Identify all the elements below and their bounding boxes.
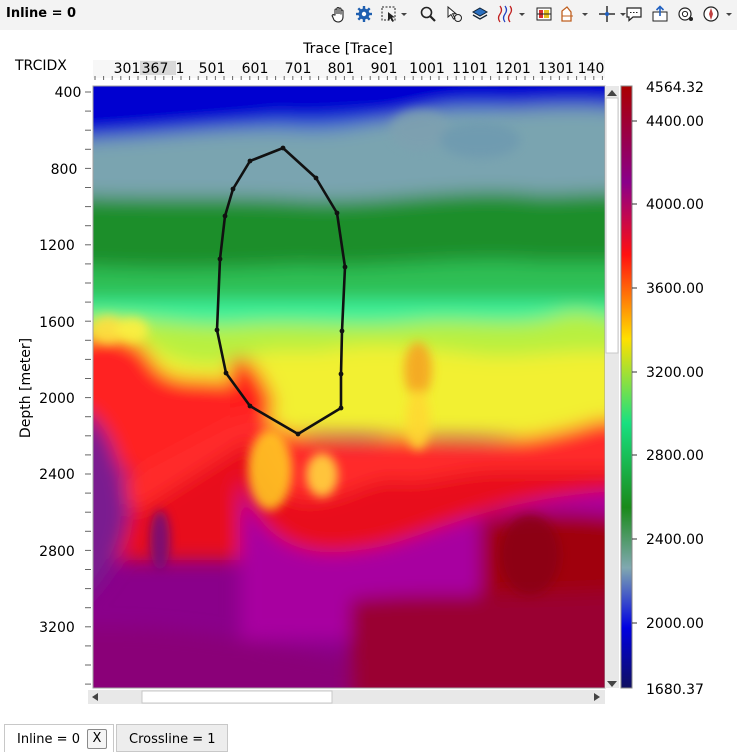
y-tick-label: 1200 (39, 238, 75, 254)
polygon-vertex[interactable] (313, 175, 319, 181)
colorbar-tick-label: 4400.00 (646, 114, 704, 130)
tab-crossline-label: Crossline = 1 (129, 732, 216, 747)
pan-tool-icon[interactable] (328, 4, 350, 24)
x-tick-label: 801 (328, 61, 355, 77)
y-tick-label: 3200 (39, 620, 75, 636)
x-tick-label: 1001 (409, 61, 445, 77)
polygon-vertex[interactable] (223, 370, 229, 376)
y-axis-title: Depth [meter] (18, 338, 34, 438)
x-axis-title: Trace [Trace] (302, 41, 393, 57)
y-tick-labels: 400 800 1200 1600 2000 2400 2800 3200 (39, 85, 81, 636)
vertical-scroll-thumb[interactable] (605, 97, 619, 354)
trcidx-axis-label: TRCIDX (14, 58, 67, 74)
wiggle-display-icon[interactable] (496, 4, 528, 24)
x-tick-label: 367 (142, 61, 169, 77)
colorbar-tick-label: 2400.00 (646, 532, 704, 548)
vertical-scrollbar[interactable] (605, 86, 619, 688)
polygon-vertex[interactable] (222, 213, 228, 219)
polygon-vertex[interactable] (230, 186, 236, 192)
polygon-vertex[interactable] (338, 405, 344, 411)
colorbar-ticks (632, 120, 637, 624)
horizontal-scroll-thumb[interactable] (141, 690, 333, 704)
x-tick-label: 601 (242, 61, 269, 77)
polygon-vertex[interactable] (342, 264, 348, 270)
colorbar-max-label: 4564.32 (646, 80, 704, 96)
annotation-icon[interactable] (623, 4, 645, 24)
y-tick-label: 2400 (39, 467, 75, 483)
y-minor-ticks (85, 91, 91, 685)
window-title: Inline = 0 (6, 6, 77, 21)
y-tick-label: 2800 (39, 544, 75, 560)
tab-inline-label: Inline = 0 (17, 732, 80, 747)
polygon-vertex[interactable] (217, 256, 223, 262)
export-icon[interactable] (649, 4, 671, 24)
vd-display-icon[interactable] (533, 4, 555, 24)
select-area-icon[interactable] (379, 4, 409, 24)
colorbar-tick-label: 3600.00 (646, 281, 704, 297)
colorbar (620, 85, 633, 689)
polygon-vertex[interactable] (334, 210, 340, 216)
window-titlebar: Inline = 0 (0, 0, 737, 30)
x-tick-label: 1101 (452, 61, 488, 77)
y-tick-label: 2000 (39, 391, 75, 407)
colorbar-tick-label: 3200.00 (646, 365, 704, 381)
x-tick-label: 301 (114, 61, 141, 77)
pick-icon[interactable] (443, 4, 465, 24)
polygon-vertex[interactable] (339, 328, 345, 334)
horizontal-scrollbar[interactable] (88, 690, 605, 704)
x-tick-label: 1201 (495, 61, 531, 77)
y-tick-label: 800 (51, 162, 78, 178)
polygon-vertex[interactable] (247, 403, 253, 409)
colorbar-tick-label: 2800.00 (646, 448, 704, 464)
compass-icon[interactable] (701, 4, 735, 24)
zoom-icon[interactable] (417, 4, 439, 24)
seismic-plot[interactable]: Trace [Trace] TRCIDX 301 367 1 501 601 7… (0, 30, 737, 722)
tab-inline[interactable]: Inline = 0 X (4, 724, 114, 752)
layers-icon[interactable] (469, 4, 491, 24)
x-tick-label: 140 (578, 61, 605, 77)
y-tick-label: 400 (55, 85, 82, 101)
tab-crossline[interactable]: Crossline = 1 (116, 724, 228, 752)
snapshot-icon[interactable] (675, 4, 697, 24)
x-tick-label: 901 (371, 61, 398, 77)
colorbar-min-label: 1680.37 (646, 682, 704, 698)
seismic-viewer-panel: Trace [Trace] TRCIDX 301 367 1 501 601 7… (0, 30, 737, 722)
x-tick-label: 1301 (538, 61, 574, 77)
x-tick-label: 501 (199, 61, 226, 77)
polygon-vertex[interactable] (280, 145, 286, 151)
settings-tool-icon[interactable] (353, 4, 375, 24)
polygon-vertex[interactable] (295, 431, 301, 437)
polygon-vertex[interactable] (247, 158, 253, 164)
x-tick-label: 1 (176, 61, 185, 77)
x-tick-label: 701 (285, 61, 312, 77)
seismic-image[interactable] (60, 60, 640, 700)
close-tab-button[interactable]: X (87, 729, 107, 749)
colorbar-tick-label: 2000.00 (646, 616, 704, 632)
y-tick-label: 1600 (39, 315, 75, 331)
polygon-vertex[interactable] (338, 371, 344, 377)
colorbar-tick-label: 4000.00 (646, 197, 704, 213)
polygon-vertex[interactable] (214, 327, 220, 333)
horizon-icon[interactable] (559, 4, 591, 24)
